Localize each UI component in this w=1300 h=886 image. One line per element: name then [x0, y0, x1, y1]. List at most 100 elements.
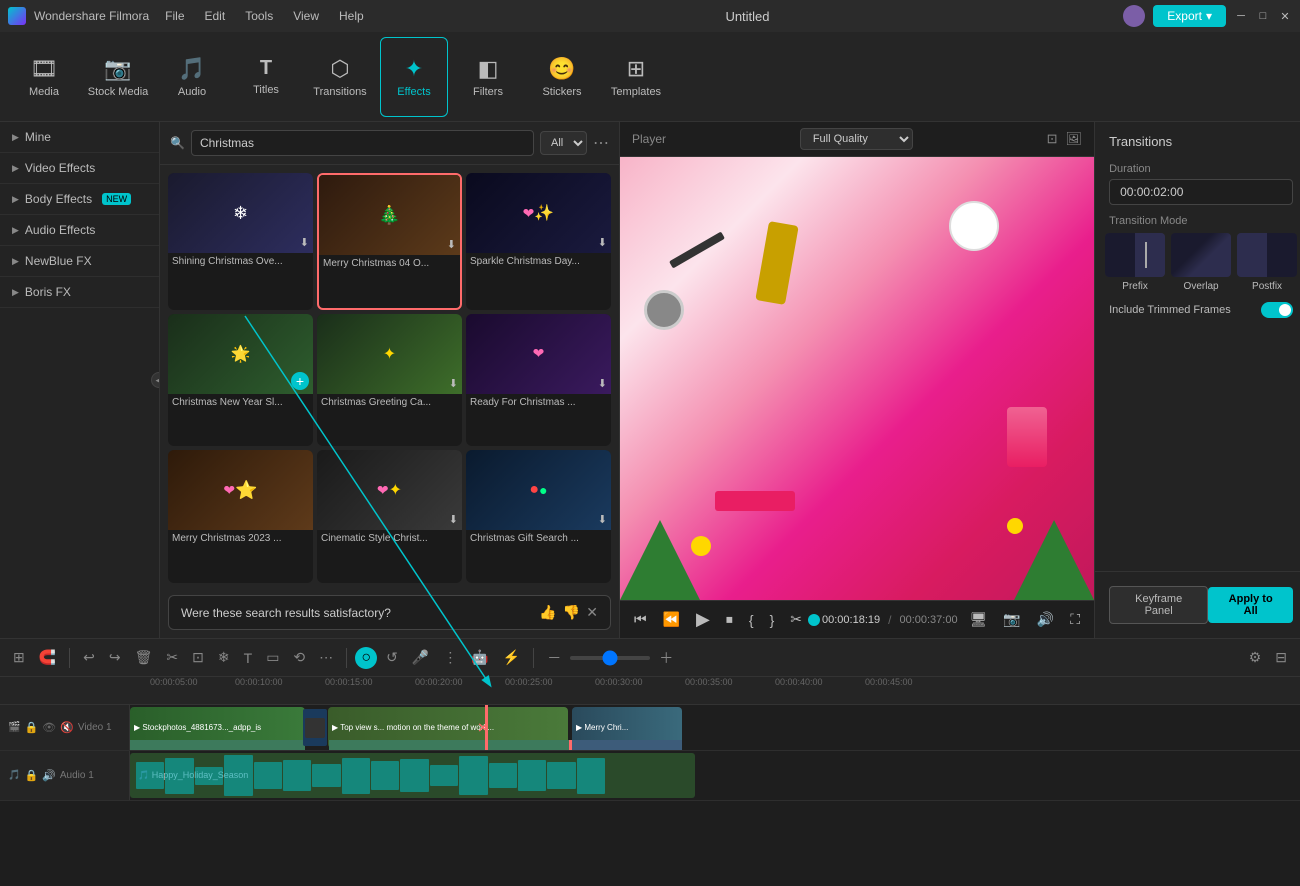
timeline-settings-button[interactable]: ⚙ — [1244, 645, 1267, 670]
snapshot-button[interactable]: 📷 — [999, 609, 1024, 630]
ai-button[interactable]: 🤖 — [466, 645, 493, 670]
screen-record-button[interactable]: 🖥 — [966, 609, 992, 630]
effect-card-christmas-gift[interactable]: ● ● ⬇ Christmas Gift Search ... — [466, 450, 611, 583]
split-button[interactable]: ✂ — [786, 609, 806, 630]
toolbar-templates[interactable]: ⊞ Templates — [602, 37, 670, 117]
audio-track-lock-button[interactable]: 🔒 — [24, 769, 38, 782]
minimize-button[interactable]: ─ — [1234, 9, 1248, 23]
effect-card-shining[interactable]: ❄ ⬇ Shining Christmas Ove... — [168, 173, 313, 310]
mark-in-button[interactable]: { — [745, 610, 758, 630]
feedback-thumbs-down[interactable]: 👎 — [563, 604, 580, 621]
quality-select[interactable]: Full Quality Half Quality Quarter Qualit… — [800, 128, 913, 150]
menu-help[interactable]: Help — [331, 5, 372, 27]
transition-prefix-card[interactable]: Prefix — [1105, 233, 1165, 292]
more-tools-button[interactable]: ⋯ — [314, 645, 338, 670]
mixer-button[interactable]: ⋮ — [438, 645, 462, 670]
search-input[interactable] — [191, 130, 534, 156]
mark-out-button[interactable]: } — [766, 610, 779, 630]
toolbar-titles[interactable]: T Titles — [232, 37, 300, 117]
magnet-button[interactable]: 🧲 — [34, 645, 61, 670]
effect-card-merry-2023[interactable]: ❤ ⭐ Merry Christmas 2023 ... — [168, 450, 313, 583]
close-button[interactable]: ✕ — [1278, 9, 1292, 23]
track-eye-button[interactable]: 👁 — [42, 721, 56, 734]
transition-overlap-card[interactable]: Overlap — [1171, 233, 1231, 292]
toolbar-audio[interactable]: 🎵 Audio — [158, 37, 226, 117]
more-options-icon[interactable]: ⋯ — [593, 133, 609, 153]
zoom-slider[interactable] — [570, 656, 650, 660]
zoom-out-button[interactable]: － — [542, 644, 566, 672]
sidebar-item-audio-effects[interactable]: ▶ Audio Effects — [0, 215, 159, 245]
menu-file[interactable]: File — [157, 5, 192, 27]
toolbar-stock-media[interactable]: 📷 Stock Media — [84, 37, 152, 117]
effect-card-cinematic[interactable]: ❤ ✦ ⬇ Cinematic Style Christ... — [317, 450, 462, 583]
cut-button[interactable]: ✂ — [161, 645, 183, 670]
feedback-close-button[interactable]: ✕ — [586, 604, 598, 621]
sidebar-item-body-effects[interactable]: ▶ Body Effects NEW — [0, 184, 159, 214]
filters-icon: ◧ — [478, 56, 499, 82]
toolbar-media[interactable]: 🎞 Media — [10, 37, 78, 117]
video-track-icon: 🎬 — [8, 722, 20, 733]
effect-card-ready-christmas[interactable]: ❤ ⬇ Ready For Christmas ... — [466, 314, 611, 447]
dual-view-icon[interactable]: ⊡ — [1047, 131, 1058, 147]
sidebar-item-video-effects[interactable]: ▶ Video Effects — [0, 153, 159, 183]
audio-track-mute-button[interactable]: 🔊 — [42, 769, 56, 782]
freeze-button[interactable]: ❄ — [213, 645, 235, 670]
speed-button[interactable]: ⚡ — [498, 645, 525, 670]
apply-to-all-button[interactable]: Apply to All — [1208, 587, 1293, 623]
screenshot-icon[interactable]: 🖼 — [1066, 131, 1083, 147]
audio-clip[interactable]: 🎵 Happy_Holiday_Season — [130, 753, 695, 798]
add-effect-button[interactable]: + — [291, 372, 309, 390]
fullscreen-button[interactable]: ⛶ — [1066, 609, 1084, 630]
effect-card-merry-christmas[interactable]: 🎄 ⬇ Merry Christmas 04 O... — [317, 173, 462, 310]
track-mute-video-button[interactable]: 🔇 — [60, 721, 74, 734]
undo-button[interactable]: ↩ — [78, 645, 100, 670]
menu-edit[interactable]: Edit — [197, 5, 234, 27]
effect-card-sparkle[interactable]: ❤ ✨ ⬇ Sparkle Christmas Day... — [466, 173, 611, 310]
timeline-expand-button[interactable]: ⊟ — [1270, 645, 1292, 670]
sidebar-item-newblue-fx[interactable]: ▶ NewBlue FX — [0, 246, 159, 276]
loop-button[interactable]: ↺ — [381, 645, 403, 670]
feedback-thumbs-up[interactable]: 👍 — [539, 604, 556, 621]
sidebar-item-boris-fx[interactable]: ▶ Boris FX — [0, 277, 159, 307]
zoom-in-button[interactable]: ＋ — [654, 644, 678, 672]
shape-button[interactable]: ▭ — [261, 645, 284, 670]
effect-card-christmas-newyear[interactable]: 🌟 + Christmas New Year Sl... — [168, 314, 313, 447]
mic-button[interactable]: 🎤 — [407, 645, 434, 670]
effect-card-christmas-greeting[interactable]: ✦ ⬇ Christmas Greeting Ca... — [317, 314, 462, 447]
transition-postfix-card[interactable]: Postfix — [1237, 233, 1297, 292]
duration-input[interactable] — [1109, 179, 1293, 205]
export-button[interactable]: Export ▾ — [1153, 5, 1226, 27]
search-filter-select[interactable]: All — [540, 131, 587, 155]
track-lock-button[interactable]: 🔒 — [24, 721, 38, 734]
sidebar-item-mine[interactable]: ▶ Mine — [0, 122, 159, 152]
right-panel-bottom: Keyframe Panel Apply to All — [1095, 571, 1300, 638]
skip-back-button[interactable]: ⏮ — [630, 609, 651, 630]
text-button[interactable]: T — [239, 646, 258, 670]
transition-add-button[interactable]: ○ — [355, 647, 377, 669]
toolbar-transitions[interactable]: ⬡ Transitions — [306, 37, 374, 117]
grid-view-button[interactable]: ⊞ — [8, 645, 30, 670]
timeline-area: 00:00:05:00 00:00:10:00 00:00:15:00 00:0… — [0, 676, 1300, 886]
stop-button[interactable]: ⏹ — [722, 609, 737, 630]
toolbar-stickers[interactable]: 😊 Stickers — [528, 37, 596, 117]
volume-button[interactable]: 🔊 — [1033, 609, 1058, 630]
redo-button[interactable]: ↪ — [104, 645, 126, 670]
transition-clip[interactable] — [303, 709, 327, 746]
titlebar: Wondershare Filmora File Edit Tools View… — [0, 0, 1300, 32]
collapse-panel-button[interactable]: ◀ — [151, 372, 160, 388]
maximize-button[interactable]: □ — [1256, 9, 1270, 23]
chevron-right-icon: ▶ — [12, 132, 19, 143]
frame-back-button[interactable]: ⏪ — [659, 609, 684, 630]
transform-button[interactable]: ⟲ — [288, 645, 310, 670]
crop-button[interactable]: ⊡ — [187, 645, 209, 670]
video-preview — [620, 157, 1094, 600]
user-avatar[interactable] — [1123, 5, 1145, 27]
menu-tools[interactable]: Tools — [237, 5, 281, 27]
menu-view[interactable]: View — [285, 5, 327, 27]
toolbar-filters[interactable]: ◧ Filters — [454, 37, 522, 117]
keyframe-panel-button[interactable]: Keyframe Panel — [1109, 586, 1208, 624]
play-button[interactable]: ▶ — [692, 607, 714, 632]
include-frames-toggle[interactable] — [1261, 302, 1293, 318]
toolbar-effects[interactable]: ✦ Effects — [380, 37, 448, 117]
delete-button[interactable]: 🗑 — [130, 645, 158, 670]
